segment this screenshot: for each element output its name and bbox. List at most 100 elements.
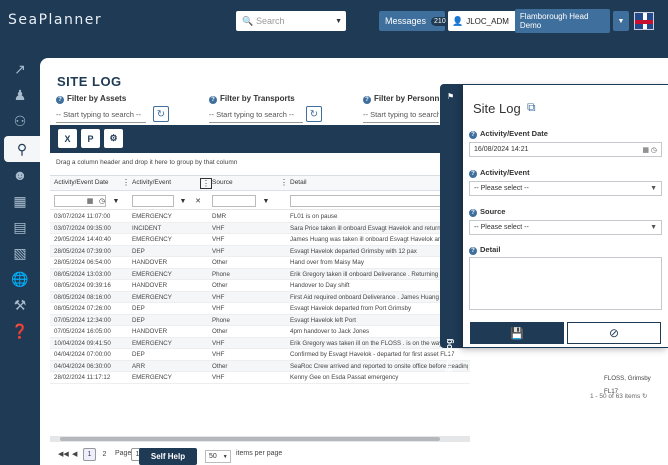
filter-icon[interactable]: ▼: [177, 195, 189, 207]
page-title: SITE LOG: [57, 74, 122, 89]
first-page-icon[interactable]: ◀◀: [58, 450, 69, 458]
page-1-button[interactable]: 1: [83, 448, 96, 461]
clock-icon[interactable]: ◷: [96, 195, 108, 207]
refresh-icon[interactable]: ↻: [153, 106, 169, 122]
external-edit-icon[interactable]: ⧉: [527, 100, 536, 115]
uk-flag-icon[interactable]: [634, 12, 654, 30]
help-icon: ?: [209, 96, 217, 104]
column-menu-icon[interactable]: ⋮: [200, 178, 212, 189]
document-icon[interactable]: ▤: [0, 214, 40, 240]
table-row[interactable]: 10/04/2024 09:41:50 EMERGENCY VHF Erik Greg…: [50, 337, 470, 349]
calendar-clock-icon[interactable]: ▦ ◷: [642, 146, 657, 154]
cancel-button[interactable]: ⊘: [567, 322, 661, 344]
calendar-icon[interactable]: ▦: [84, 195, 96, 207]
refresh-icon[interactable]: ↻: [642, 393, 647, 400]
table-cell: EMERGENCY: [132, 339, 172, 347]
table-cell: 07/05/2024 16:05:00: [54, 328, 111, 335]
table-cell: EMERGENCY: [132, 236, 172, 243]
globe-icon[interactable]: 🌐: [0, 266, 40, 292]
table-cell: Other: [212, 259, 228, 266]
source-filter-input[interactable]: [212, 195, 256, 207]
source-select[interactable]: -- Please select -- ▼: [469, 220, 662, 235]
save-button[interactable]: 💾: [470, 322, 564, 344]
table-row[interactable]: 28/05/2024 07:39:00 DEP VHF Esvagt Havelok …: [50, 245, 470, 257]
chevron-down-icon: ▼: [335, 17, 342, 25]
table-row[interactable]: 08/05/2024 13:03:00 EMERGENCY Phone Erik Gr…: [50, 268, 470, 280]
table-cell: HANDOVER: [132, 328, 168, 335]
table-row[interactable]: 03/07/2024 11:07:00 EMERGENCY DMR FL01 is o…: [50, 211, 470, 223]
group-icon[interactable]: ☻: [0, 162, 40, 188]
messages-label: Messages: [385, 16, 427, 26]
table-cell: VHF: [212, 247, 225, 255]
table-row[interactable]: 28/02/2024 11:17:12 EMERGENCY VHF Kenny Gee…: [50, 372, 470, 384]
scroll-thumb[interactable]: [60, 437, 440, 441]
table-row[interactable]: 08/05/2024 09:39:16 HANDOVER Other Handover…: [50, 280, 470, 292]
user-menu-button[interactable]: ▼: [613, 11, 629, 31]
filter-personnel-input[interactable]: -- Start typing to search --: [363, 107, 439, 123]
building-icon[interactable]: ▦: [0, 188, 40, 214]
col-header-date[interactable]: Activity/Event Date: [54, 179, 109, 186]
site-log-side-tab[interactable]: ⚑ Site Log: [440, 84, 463, 374]
users-icon[interactable]: ⚇: [0, 108, 40, 134]
table-row[interactable]: 08/05/2024 07:26:00 DEP VHF Esvagt Havelok …: [50, 303, 470, 315]
search-box[interactable]: 🔍 Search ▼: [236, 11, 346, 31]
filter-assets-label: ? Filter by Assets: [56, 94, 126, 104]
table-cell: EMERGENCY: [132, 270, 172, 278]
panel-title: Site Log: [473, 101, 521, 116]
user-name: JLOC_ADM: [466, 16, 509, 26]
table-row[interactable]: 08/05/2024 08:16:00 EMERGENCY VHF First Aid…: [50, 291, 470, 303]
page-2-button[interactable]: 2: [98, 448, 111, 461]
pdf-export-icon[interactable]: P: [81, 129, 100, 148]
table-cell: VHF: [212, 374, 225, 381]
table-row[interactable]: 07/05/2024 12:34:00 DEP Phone Esvagt Havelo…: [50, 314, 470, 326]
table-row[interactable]: 04/04/2024 07:00:00 DEP VHF Confirmed by Es…: [50, 349, 470, 361]
col-header-source[interactable]: Source: [212, 179, 233, 186]
filter-row: ▦ ◷ ▼ ▼ ✕ ▼: [50, 192, 470, 210]
settings-icon[interactable]: ⚙: [104, 129, 123, 148]
grid-icon[interactable]: ▧: [0, 240, 40, 266]
col-header-detail[interactable]: Detail: [290, 179, 307, 186]
app-logo[interactable]: SeaPlanner: [8, 12, 102, 28]
user-box[interactable]: 👤 JLOC_ADM Flamborough Head Demo: [448, 9, 610, 33]
filter-transports-label: ? Filter by Transports: [209, 94, 295, 104]
detail-textarea[interactable]: [469, 257, 662, 310]
event-filter-input[interactable]: [132, 195, 174, 207]
filter-transports-input[interactable]: -- Start typing to search --: [209, 107, 303, 123]
map-pin-icon[interactable]: ⚲: [4, 136, 40, 162]
col-header-event[interactable]: Activity/Event: [132, 179, 171, 186]
refresh-icon[interactable]: ↻: [306, 106, 322, 122]
filter-icon[interactable]: ▼: [110, 195, 122, 207]
filter-assets-input[interactable]: -- Start typing to search --: [56, 107, 146, 123]
column-menu-icon[interactable]: ⋮: [122, 178, 130, 187]
event-select[interactable]: -- Please select -- ▼: [469, 181, 662, 196]
table-row[interactable]: 03/07/2024 09:35:00 INCIDENT VHF Sara Price…: [50, 222, 470, 234]
excel-export-icon[interactable]: X: [58, 129, 77, 148]
add-user-icon[interactable]: ♟: [0, 82, 40, 108]
page-size-select[interactable]: 50 ▼: [205, 450, 231, 463]
self-help-button[interactable]: Self Help: [139, 448, 197, 465]
table-row[interactable]: 29/05/2024 14:40:40 EMERGENCY VHF James Hua…: [50, 234, 470, 246]
chart-icon[interactable]: ↗: [0, 56, 40, 82]
page-size-label: items per page: [236, 450, 283, 457]
prev-page-icon[interactable]: ◀: [72, 450, 77, 458]
table-row[interactable]: 07/05/2024 16:05:00 HANDOVER Other 4pm hand…: [50, 326, 470, 338]
table-cell: INCIDENT: [132, 224, 162, 232]
table-row[interactable]: 04/04/2024 06:30:00 ARR Other SeaRoc Crew a…: [50, 360, 470, 372]
table-cell: DEP: [132, 305, 145, 312]
help-icon[interactable]: ❓: [0, 318, 40, 344]
table-row[interactable]: 28/05/2024 06:54:00 HANDOVER Other Hand ove…: [50, 257, 470, 269]
column-menu-icon[interactable]: ⋮: [280, 178, 288, 187]
clear-filter-icon[interactable]: ✕: [192, 195, 204, 207]
table-cell: 10/04/2024 09:41:50: [54, 339, 111, 347]
messages-button[interactable]: Messages 210: [379, 11, 449, 31]
filter-icon[interactable]: ▼: [260, 195, 272, 207]
date-input[interactable]: 16/08/2024 14:21 ▦ ◷: [469, 142, 662, 157]
table-cell: VHF: [212, 293, 225, 301]
site-selector[interactable]: Flamborough Head Demo: [514, 9, 610, 33]
horizontal-scrollbar[interactable]: [50, 436, 470, 442]
wrench-icon[interactable]: ⚒: [0, 292, 40, 318]
pin-icon[interactable]: ⚑: [447, 92, 454, 101]
table-cell: VHF: [212, 351, 225, 358]
grid-rows: 03/07/2024 11:07:00 EMERGENCY DMR FL01 is o…: [50, 211, 470, 384]
site-log-form-panel: Site Log ⧉ ? Activity/Event Date 16/08/20…: [463, 84, 668, 348]
